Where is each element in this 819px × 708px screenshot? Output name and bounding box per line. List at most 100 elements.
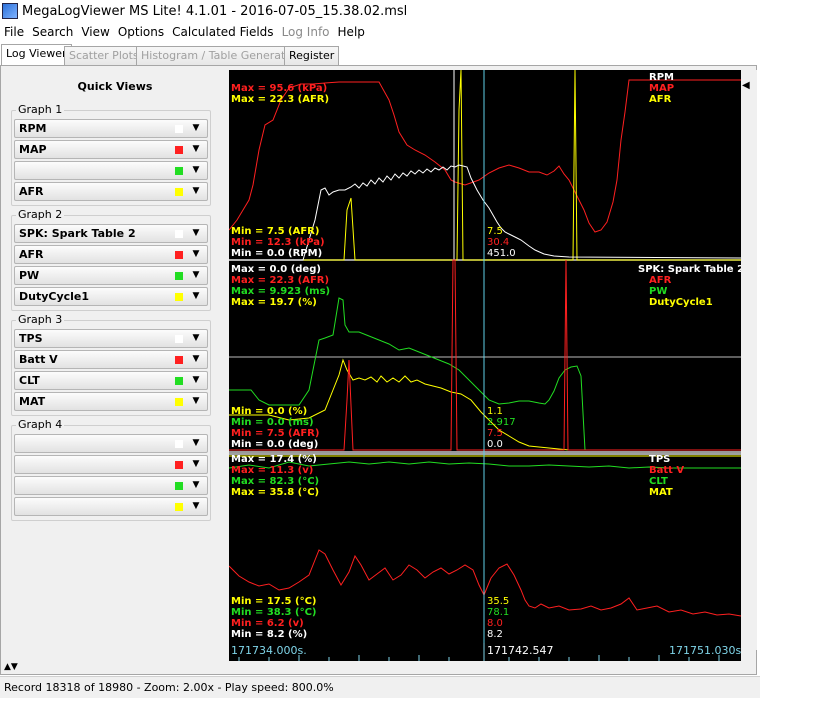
graph1-min-map: Min = 12.3 (kPa) — [231, 237, 325, 248]
field-selector[interactable]: RPM ▼ — [14, 119, 208, 138]
graph1-max-rpm: Max = 3778.0 (RPM) — [231, 72, 346, 83]
graph1-max-afr: Max = 22.3 (AFR) — [231, 94, 330, 105]
graph3-cursor-clt: 78.1 — [487, 607, 510, 618]
group-label: Graph 1 — [16, 103, 65, 116]
color-swatch — [175, 167, 183, 175]
chevron-down-icon[interactable]: ▼ — [189, 269, 203, 282]
menu-view[interactable]: View — [77, 25, 113, 39]
menu-bar: File Search View Options Calculated Fiel… — [0, 22, 760, 42]
chevron-down-icon[interactable]: ▼ — [189, 437, 203, 450]
graph2-min-pw: Min = 0.0 (ms) — [231, 417, 314, 428]
chevron-down-icon[interactable]: ▼ — [189, 290, 203, 303]
graph1-min-afr: Min = 7.5 (AFR) — [231, 226, 320, 237]
color-swatch — [175, 230, 183, 238]
field-selector[interactable]: AFR ▼ — [14, 182, 208, 201]
graph3-max-batt: Max = 11.3 (v) — [231, 465, 314, 476]
chevron-down-icon[interactable]: ▼ — [189, 143, 203, 156]
graph2-min-dutycycle: Min = 0.0 (%) — [231, 406, 308, 417]
chevron-down-icon[interactable]: ▼ — [189, 353, 203, 366]
collapse-arrow-icon[interactable]: ◀ — [742, 80, 750, 91]
field-selector[interactable]: ▼ — [14, 455, 208, 474]
tab-register[interactable]: Register — [284, 46, 340, 66]
field-label: MAT — [19, 395, 46, 408]
graph2-name-dutycycle: DutyCycle1 — [649, 297, 713, 308]
title-bar: MegaLogViewer MS Lite! 4.1.01 - 2016-07-… — [0, 0, 760, 22]
timeline-end: 171751.030s — [669, 644, 742, 657]
field-selector[interactable]: ▼ — [14, 476, 208, 495]
tab-log-viewer[interactable]: Log Viewer — [1, 44, 72, 66]
chevron-down-icon[interactable]: ▼ — [189, 122, 203, 135]
chevron-down-icon[interactable]: ▼ — [189, 374, 203, 387]
field-label: AFR — [19, 185, 44, 198]
field-label: MAP — [19, 143, 47, 156]
chevron-down-icon[interactable]: ▼ — [189, 395, 203, 408]
field-selector[interactable]: PW ▼ — [14, 266, 208, 285]
graph1-max-map: Max = 95.6 (kPa) — [231, 83, 328, 94]
tab-bar: Log Viewer Scatter Plots Histogram / Tab… — [0, 44, 760, 66]
graph1-name-rpm: RPM — [649, 72, 674, 83]
chevron-down-icon[interactable]: ▼ — [189, 458, 203, 471]
graph1-name-afr: AFR — [649, 94, 672, 105]
log-graph-area[interactable]: Max = 3778.0 (RPM) Max = 95.6 (kPa) Max … — [229, 70, 741, 643]
menu-help[interactable]: Help — [334, 25, 369, 39]
graph2-name-afr: AFR — [649, 275, 672, 286]
field-selector[interactable]: SPK: Spark Table 2 ▼ — [14, 224, 208, 243]
field-selector[interactable]: ▼ — [14, 161, 208, 180]
field-selector[interactable]: TPS ▼ — [14, 329, 208, 348]
menu-calculated-fields[interactable]: Calculated Fields — [168, 25, 277, 39]
quick-views-title: Quick Views — [77, 80, 153, 93]
field-selector[interactable]: ▼ — [14, 434, 208, 453]
graph2-name-pw: PW — [649, 286, 668, 297]
tab-histogram-table-generator[interactable]: Histogram / Table Generator — [136, 46, 302, 66]
color-swatch — [175, 461, 183, 469]
timeline-bar[interactable]: 171734.000s. 171742.547 171751.030s — [229, 643, 741, 661]
chevron-down-icon[interactable]: ▼ — [189, 227, 203, 240]
chevron-down-icon[interactable]: ▼ — [189, 164, 203, 177]
graph3-min-clt: Min = 38.3 (°C) — [231, 607, 317, 618]
window-title: MegaLogViewer MS Lite! 4.1.01 - 2016-07-… — [22, 3, 408, 19]
menu-file[interactable]: File — [0, 25, 28, 39]
graph-traces — [229, 70, 741, 643]
graph3-cursor-mat: 35.5 — [487, 596, 510, 607]
graph-3-group: Graph 3 TPS ▼ Batt V ▼ CLT ▼ MAT ▼ — [11, 313, 211, 416]
graph-1-group: Graph 1 RPM ▼ MAP ▼ ▼ AFR ▼ — [11, 103, 211, 206]
chevron-down-icon[interactable]: ▼ — [189, 185, 203, 198]
timeline-start: 171734.000s. — [231, 644, 307, 657]
graph2-cursor-pw: 2.917 — [487, 417, 516, 428]
field-label: RPM — [19, 122, 47, 135]
field-selector[interactable]: CLT ▼ — [14, 371, 208, 390]
color-swatch — [175, 146, 183, 154]
graph-4-group: Graph 4 ▼ ▼ ▼ ▼ — [11, 418, 211, 521]
field-label: PW — [19, 269, 40, 282]
panel-toggle-arrows[interactable]: ▲▼ — [4, 662, 18, 672]
chevron-down-icon[interactable]: ▼ — [189, 500, 203, 513]
color-swatch — [175, 440, 183, 448]
menu-options[interactable]: Options — [114, 25, 168, 39]
right-edge-strip: ◀ — [741, 70, 757, 650]
field-selector[interactable]: MAP ▼ — [14, 140, 208, 159]
graph1-cursor-afr: 7.5 — [487, 226, 503, 237]
graph2-max-dutycycle: Max = 19.7 (%) — [231, 297, 317, 308]
color-swatch — [175, 356, 183, 364]
graph2-cursor-afr: 7.5 — [487, 428, 503, 439]
tab-scatter-plots[interactable]: Scatter Plots — [64, 46, 144, 66]
field-label: SPK: Spark Table 2 — [19, 227, 136, 240]
menu-search[interactable]: Search — [28, 25, 77, 39]
status-bar: Record 18318 of 18980 - Zoom: 2.00x - Pl… — [0, 676, 760, 698]
field-selector[interactable]: AFR ▼ — [14, 245, 208, 264]
graph1-cursor-map: 30.4 — [487, 237, 510, 248]
color-swatch — [175, 398, 183, 406]
color-swatch — [175, 272, 183, 280]
field-selector[interactable]: DutyCycle1 ▼ — [14, 287, 208, 306]
field-selector[interactable]: ▼ — [14, 497, 208, 516]
menu-log-info[interactable]: Log Info — [278, 25, 334, 39]
field-label: DutyCycle1 — [19, 290, 90, 303]
color-swatch — [175, 377, 183, 385]
field-label: TPS — [19, 332, 43, 345]
field-selector[interactable]: MAT ▼ — [14, 392, 208, 411]
chevron-down-icon[interactable]: ▼ — [189, 248, 203, 261]
field-selector[interactable]: Batt V ▼ — [14, 350, 208, 369]
group-label: Graph 4 — [16, 418, 65, 431]
chevron-down-icon[interactable]: ▼ — [189, 332, 203, 345]
chevron-down-icon[interactable]: ▼ — [189, 479, 203, 492]
